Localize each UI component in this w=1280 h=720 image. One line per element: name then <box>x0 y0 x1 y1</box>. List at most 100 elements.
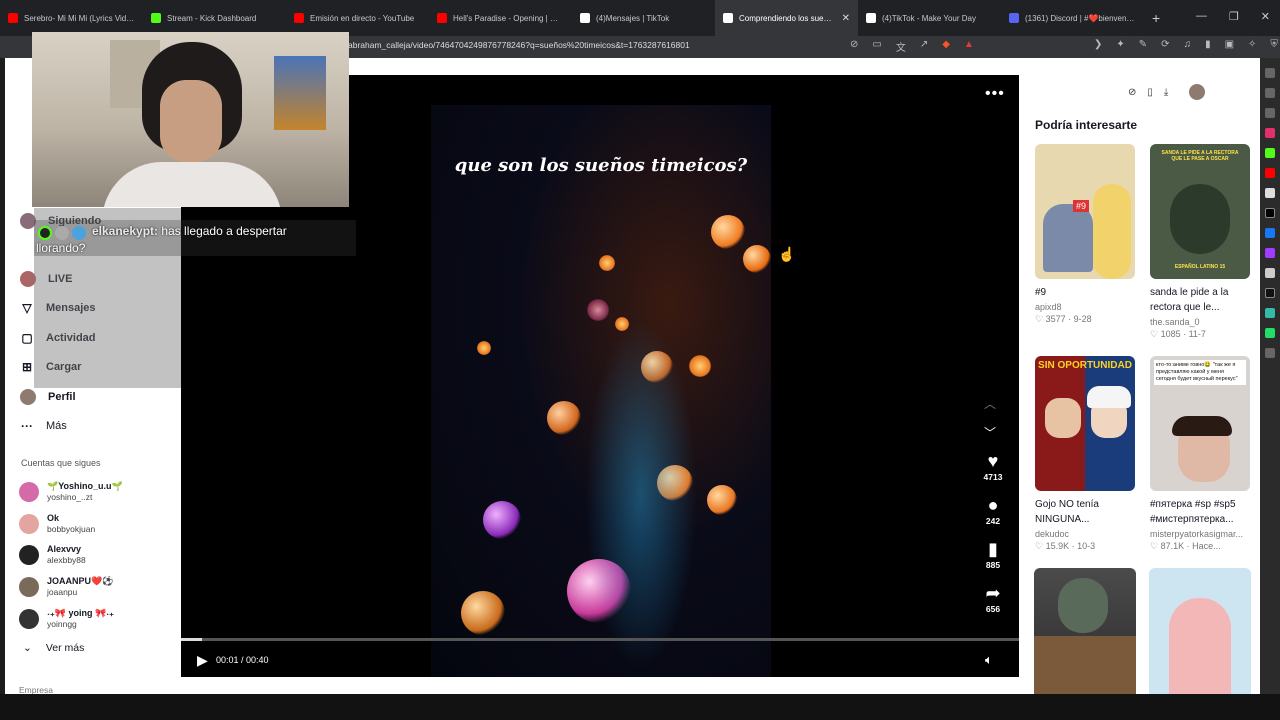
card-title: sanda le pide a la rectora que le... <box>1150 287 1229 313</box>
cast-icon[interactable]: ▭ <box>872 39 881 54</box>
history-icon[interactable] <box>1265 108 1275 118</box>
video-thumbnail: кто-то:аниме говно🤮 "так же я представля… <box>1150 356 1250 491</box>
tab-3[interactable]: Hell's Paradise - Opening | Wor <box>429 0 572 36</box>
bookmark-icon[interactable] <box>1265 68 1275 78</box>
wallet2-icon[interactable]: ▣ <box>1225 39 1234 50</box>
suggestion-thumbnail-partial[interactable] <box>1034 568 1136 698</box>
video-more-icon[interactable]: ••• <box>985 85 1005 103</box>
following-item[interactable]: Alexvvy alexbby88 <box>19 540 179 572</box>
instagram-icon[interactable] <box>1265 128 1275 138</box>
sync-icon[interactable]: ⟳ <box>1161 39 1169 50</box>
address-bar-icons: ⊘ ▭ 文 ↗ ◆ ▲ <box>850 39 974 54</box>
company-link[interactable]: Empresa <box>19 685 53 694</box>
suggestion-thumbnail-partial[interactable] <box>1149 568 1251 698</box>
phone-icon[interactable]: ▯ <box>1147 87 1153 98</box>
chat-badges <box>38 226 86 240</box>
video-progress-bar[interactable] <box>181 638 1019 641</box>
glowing-orb <box>483 501 521 539</box>
messenger-icon[interactable] <box>1265 248 1275 258</box>
music-icon[interactable]: ♫ <box>1184 39 1192 50</box>
upload-icon: ⊞ <box>21 360 33 375</box>
suggestion-card[interactable]: #9 #9 apixd8 ♡ 3577 · 9-28 <box>1035 144 1135 325</box>
tab-5-active[interactable]: Comprendiendo los sueños ✕ <box>715 0 858 36</box>
gmail-icon[interactable] <box>1265 188 1275 198</box>
tab-7[interactable]: (1361) Discord | #❤️bienvenida <box>1001 0 1144 36</box>
tab-2[interactable]: Emisión en directo - YouTube <box>286 0 429 36</box>
sub-badge-icon <box>72 226 86 240</box>
sidebar-icon[interactable]: ▮ <box>1205 39 1211 50</box>
suggestion-card[interactable]: SIN OPORTUNIDAD Gojo NO tenía NINGUNA...… <box>1035 356 1135 552</box>
bookmark-icon: ▮ <box>988 539 998 559</box>
download-icon[interactable]: ⤓ <box>1164 87 1168 98</box>
app-icon[interactable] <box>1265 308 1275 318</box>
share-button[interactable]: ➦ 656 <box>985 582 1000 626</box>
see-more-button[interactable]: ⌄ Ver más <box>23 642 84 654</box>
brave-shield-icon[interactable]: ◆ <box>942 39 950 54</box>
pen-icon[interactable]: ✎ <box>1139 39 1147 50</box>
x-icon[interactable] <box>1265 208 1275 218</box>
account-avatar[interactable] <box>1189 84 1206 100</box>
brave-rewards-icon[interactable]: ▲ <box>964 39 974 54</box>
maximize-icon[interactable]: ❐ <box>1229 10 1239 23</box>
leo-icon[interactable]: ✧ <box>1248 39 1256 50</box>
following-item[interactable]: Ok bobbyokjuan <box>19 508 179 540</box>
close-window-icon[interactable]: ✕ <box>1261 10 1270 23</box>
taskbar-strip <box>0 694 1280 720</box>
volume-button[interactable]: 🔈︎ <box>985 652 993 668</box>
url-input[interactable]: abraham_calleja/video/746470424987677824… <box>348 40 690 50</box>
suggestion-card[interactable]: SANDA LE PIDE A LA RECTORA QUE LE PASE A… <box>1150 144 1250 340</box>
youtube-icon[interactable] <box>1265 168 1275 178</box>
tab-0[interactable]: Serebro- Mi Mi Mi (Lyrics Video) <box>0 0 143 36</box>
new-tab-button[interactable]: + <box>1152 10 1160 26</box>
tab-1[interactable]: Stream - Kick Dashboard <box>143 0 286 36</box>
person-shirt <box>102 162 282 207</box>
compass-icon[interactable]: ⊘ <box>1128 87 1136 98</box>
card-title: #пятерка #sp #sp5 #мистерпятерка... <box>1150 499 1236 525</box>
kick-icon[interactable] <box>1265 148 1275 158</box>
nav-more[interactable]: ··· Más <box>20 411 180 440</box>
tiktok-icon[interactable] <box>1265 288 1275 298</box>
card-user: the.sanda_0 <box>1150 317 1200 327</box>
add-panel-icon[interactable] <box>1265 348 1275 358</box>
profile-icon <box>20 388 36 405</box>
photos-icon[interactable] <box>1265 268 1275 278</box>
tab-6[interactable]: (4)TikTok - Make Your Day <box>858 0 1001 36</box>
hand-cursor-icon: ☝ <box>778 246 796 262</box>
facebook-icon[interactable] <box>1265 228 1275 238</box>
glowing-orb <box>707 485 737 515</box>
glowing-orb <box>711 215 745 249</box>
suggestion-card[interactable]: кто-то:аниме говно🤮 "так же я представля… <box>1150 356 1250 552</box>
chevron-down-icon[interactable]: ﹀ <box>984 424 996 441</box>
app2-icon[interactable] <box>1265 328 1275 338</box>
chevron-up-icon[interactable]: ︿ <box>984 395 996 412</box>
chat-message-text: has llegado a despertar <box>161 224 287 238</box>
avatar <box>19 545 39 566</box>
avatar <box>19 481 39 502</box>
tab-4[interactable]: (4)Mensajes | TikTok <box>572 0 715 36</box>
play-button[interactable]: ▶ <box>197 652 208 669</box>
like-button[interactable]: ♥ 4713 <box>984 450 1003 494</box>
video-frame: que son los sueños timeicos? <box>431 105 771 677</box>
following-item[interactable]: 🌱Yoshino_u.u🌱 yoshino_..zt <box>19 476 179 508</box>
comment-button[interactable]: ● 242 <box>986 494 1000 538</box>
card-stats: ♡ 15.9K · 10-3 <box>1035 541 1096 551</box>
glowing-orb <box>587 299 609 321</box>
save-button[interactable]: ▮ 885 <box>986 538 1000 582</box>
shield-icon[interactable]: ⛨ <box>1270 39 1278 50</box>
avatar <box>19 609 39 630</box>
person-face <box>160 80 222 162</box>
chat-text: elkanekypt: has llegado a despertar <box>92 224 287 238</box>
close-tab-icon[interactable]: ✕ <box>842 13 850 24</box>
translate-icon[interactable]: 文 <box>896 39 906 54</box>
thumbnail-text: кто-то:аниме говно🤮 "так же я представля… <box>1154 360 1246 385</box>
user-badge-icon <box>55 226 69 240</box>
following-item[interactable]: JOAANPU❤️⚽ joaanpu <box>19 571 179 603</box>
wallet-icon[interactable]: ❯ <box>1094 39 1102 50</box>
extensions-icon[interactable]: ✦ <box>1116 39 1124 50</box>
minimize-icon[interactable]: — <box>1196 10 1207 23</box>
reading-list-icon[interactable] <box>1265 88 1275 98</box>
following-item[interactable]: ˖₊🎀 yoing 🎀˖₊ yoinngg <box>19 603 179 635</box>
share-icon[interactable]: ↗ <box>920 39 928 54</box>
window-controls: — ❐ ✕ <box>1196 10 1270 23</box>
mute-icon[interactable]: ⊘ <box>850 39 858 54</box>
